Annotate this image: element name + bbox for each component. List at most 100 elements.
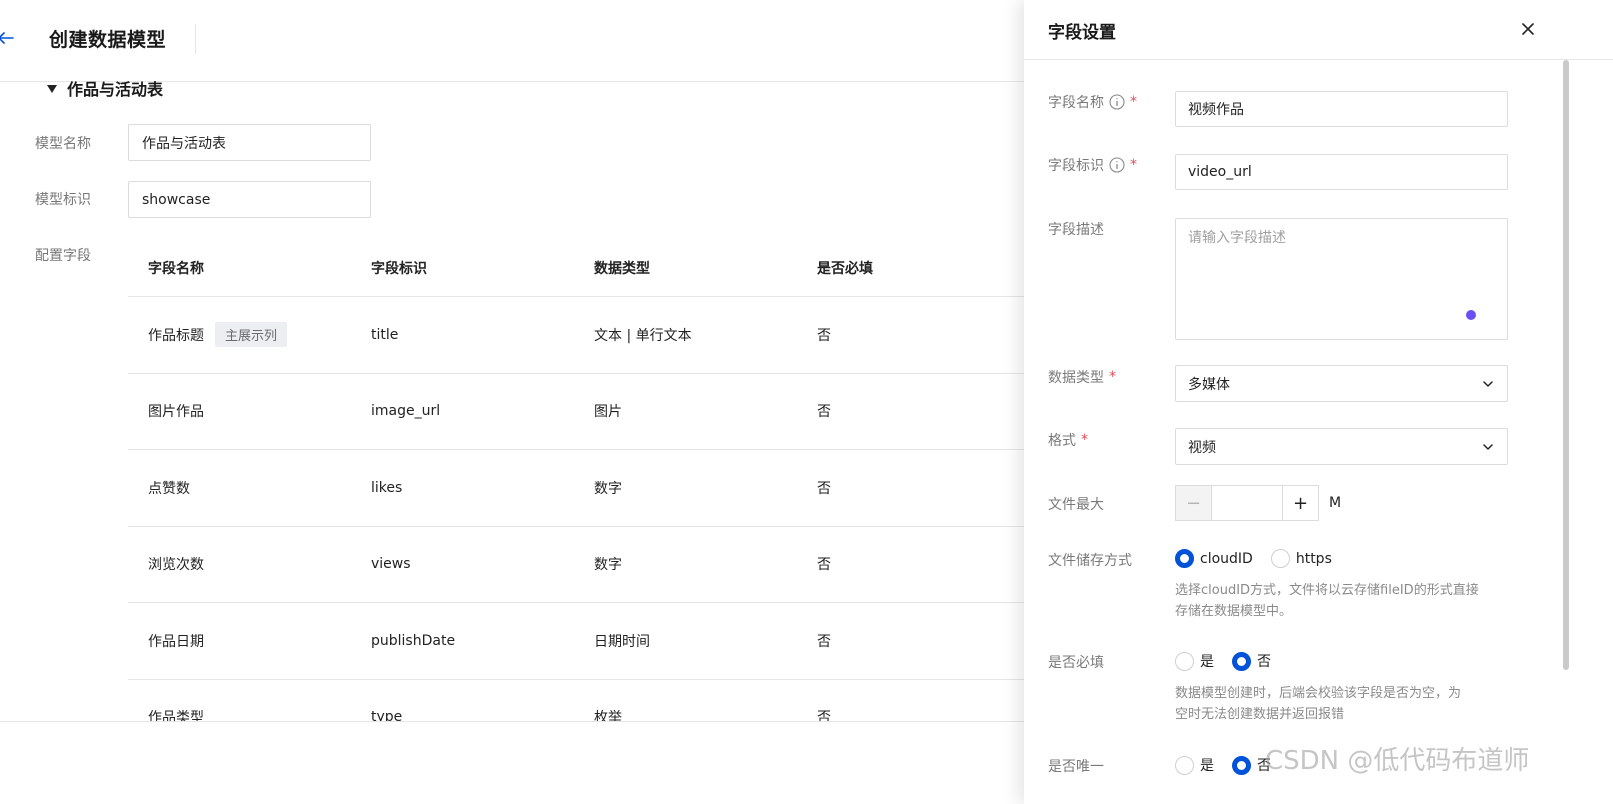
field-type: 文本 | 单行文本 bbox=[594, 327, 692, 344]
data-type-label: 数据类型 * bbox=[1048, 369, 1116, 386]
drawer-scrollbar[interactable] bbox=[1563, 60, 1569, 670]
data-type-select[interactable]: 多媒体 bbox=[1175, 365, 1508, 402]
drawer-header: 字段设置 bbox=[1024, 0, 1613, 60]
decrement-button[interactable]: − bbox=[1175, 485, 1211, 521]
radio-unchecked[interactable] bbox=[1270, 549, 1290, 568]
field-id-input[interactable]: video_url bbox=[1175, 154, 1508, 190]
field-name: 浏览次数 bbox=[148, 557, 204, 574]
top-bar: 创建数据模型 bbox=[0, 0, 1024, 82]
required-mark: * bbox=[1081, 432, 1088, 448]
close-icon[interactable] bbox=[1518, 19, 1538, 39]
required-option-yes[interactable]: 是 bbox=[1175, 651, 1214, 671]
field-required: 否 bbox=[817, 327, 831, 344]
primary-column-tag: 主展示列 bbox=[215, 322, 288, 348]
field-desc-textarea[interactable]: 请输入字段描述 bbox=[1175, 218, 1508, 340]
footer-bar bbox=[0, 721, 1024, 804]
max-size-stepper: − + M bbox=[1175, 485, 1341, 521]
field-id: views bbox=[371, 556, 411, 573]
format-select[interactable]: 视频 bbox=[1175, 428, 1508, 465]
table-row[interactable]: 作品标题 主展示列 title 文本 | 单行文本 否 bbox=[128, 297, 1024, 374]
fields-label: 配置字段 bbox=[35, 248, 91, 264]
storage-option-https[interactable]: https bbox=[1270, 549, 1332, 568]
field-required: 否 bbox=[817, 404, 831, 421]
radio-unchecked[interactable] bbox=[1175, 755, 1194, 775]
radio-checked[interactable] bbox=[1232, 755, 1251, 775]
table-row[interactable]: 浏览次数 views 数字 否 bbox=[128, 527, 1024, 603]
unique-option-yes[interactable]: 是 bbox=[1175, 755, 1214, 775]
table-header: 字段名称 字段标识 数据类型 是否必填 bbox=[128, 240, 1024, 297]
required-label: 是否必填 bbox=[1048, 655, 1104, 671]
field-required: 否 bbox=[817, 633, 831, 650]
field-name: 作品日期 bbox=[148, 633, 204, 650]
field-id: image_url bbox=[371, 403, 441, 420]
field-type: 图片 bbox=[594, 404, 622, 421]
radio-checked[interactable] bbox=[1175, 549, 1194, 568]
chevron-down-icon bbox=[1483, 380, 1493, 387]
unique-radio-group: 是 否 bbox=[1175, 755, 1271, 775]
info-icon[interactable] bbox=[1109, 157, 1125, 173]
field-type: 数字 bbox=[594, 557, 622, 574]
field-id-label: 字段标识 * bbox=[1048, 157, 1137, 174]
unique-label: 是否唯一 bbox=[1048, 759, 1104, 775]
max-size-input[interactable] bbox=[1211, 485, 1283, 521]
radio-checked[interactable] bbox=[1232, 651, 1251, 671]
required-radio-group: 是 否 bbox=[1175, 651, 1271, 671]
model-name-input[interactable]: 作品与活动表 bbox=[128, 124, 371, 161]
field-type: 枚举 bbox=[594, 710, 622, 721]
csdn-watermark: CSDN @低代码布道师 bbox=[1265, 746, 1530, 776]
field-id: title bbox=[371, 326, 399, 343]
table-row[interactable]: 作品类型 type 枚举 否 bbox=[128, 680, 1024, 721]
header-cell-id: 字段标识 bbox=[371, 261, 427, 277]
field-type: 数字 bbox=[594, 480, 622, 497]
table-row[interactable]: 点赞数 likes 数字 否 bbox=[128, 450, 1024, 527]
field-name: 作品类型 bbox=[148, 710, 204, 721]
header-divider bbox=[195, 24, 196, 54]
table-row[interactable]: 作品日期 publishDate 日期时间 否 bbox=[128, 603, 1024, 680]
field-desc-label: 字段描述 bbox=[1048, 222, 1104, 238]
field-required: 否 bbox=[817, 480, 831, 497]
section-title: 作品与活动表 bbox=[67, 80, 164, 99]
field-name: 作品标题 bbox=[148, 327, 204, 344]
field-id: publishDate bbox=[371, 632, 456, 649]
required-help-text: 数据模型创建时，后端会校验该字段是否为空，为 空时无法创建数据并返回报错 bbox=[1175, 686, 1462, 722]
table-row[interactable]: 图片作品 image_url 图片 否 bbox=[128, 374, 1024, 450]
field-name-input[interactable]: 视频作品 bbox=[1175, 91, 1508, 127]
info-icon[interactable] bbox=[1109, 94, 1125, 110]
header-cell-name: 字段名称 bbox=[148, 261, 204, 277]
fields-table: 字段名称 字段标识 数据类型 是否必填 作品标题 主展示列 title 文本 | … bbox=[128, 240, 1024, 721]
table-body: 作品标题 主展示列 title 文本 | 单行文本 否 图片作品 image_ur… bbox=[128, 297, 1024, 721]
model-name-label: 模型名称 bbox=[35, 136, 91, 152]
field-id: likes bbox=[371, 479, 403, 496]
storage-label: 文件储存方式 bbox=[1048, 553, 1132, 569]
chevron-down-icon bbox=[1483, 443, 1493, 450]
field-required: 否 bbox=[817, 557, 831, 574]
section-toggle[interactable]: 作品与活动表 bbox=[47, 77, 163, 99]
field-type: 日期时间 bbox=[594, 633, 650, 650]
format-value: 视频 bbox=[1188, 439, 1216, 456]
field-name-label: 字段名称 * bbox=[1048, 94, 1137, 111]
field-id: type bbox=[371, 709, 403, 721]
radio-unchecked[interactable] bbox=[1175, 651, 1194, 671]
max-size-label: 文件最大 bbox=[1048, 497, 1104, 513]
model-id-input[interactable]: showcase bbox=[128, 181, 371, 218]
increment-button[interactable]: + bbox=[1283, 485, 1319, 521]
required-option-no[interactable]: 否 bbox=[1232, 651, 1271, 671]
max-size-unit: M bbox=[1329, 495, 1342, 511]
storage-radio-group: cloudID https bbox=[1175, 549, 1332, 568]
storage-option-cloudid[interactable]: cloudID bbox=[1175, 549, 1253, 568]
field-required: 否 bbox=[817, 710, 831, 721]
field-settings-drawer: 字段设置 字段名称 * 视频作品 字段标识 * video_url 字段描述 请… bbox=[1024, 0, 1613, 804]
model-id-label: 模型标识 bbox=[35, 192, 91, 208]
required-mark: * bbox=[1130, 94, 1137, 110]
header-cell-required: 是否必填 bbox=[817, 261, 873, 277]
field-desc-placeholder: 请输入字段描述 bbox=[1188, 230, 1286, 246]
field-name: 图片作品 bbox=[148, 404, 204, 421]
caret-down-icon bbox=[47, 85, 57, 93]
storage-help-text: 选择cloudID方式，文件将以云存储fileID的形式直接 存储在数据模型中。 bbox=[1175, 583, 1479, 619]
data-type-value: 多媒体 bbox=[1188, 376, 1230, 393]
textarea-resize-handle[interactable] bbox=[1466, 310, 1476, 320]
required-mark: * bbox=[1109, 369, 1116, 385]
back-arrow-icon[interactable] bbox=[0, 28, 16, 48]
drawer-title: 字段设置 bbox=[1048, 23, 1116, 43]
format-label: 格式 * bbox=[1048, 432, 1088, 449]
